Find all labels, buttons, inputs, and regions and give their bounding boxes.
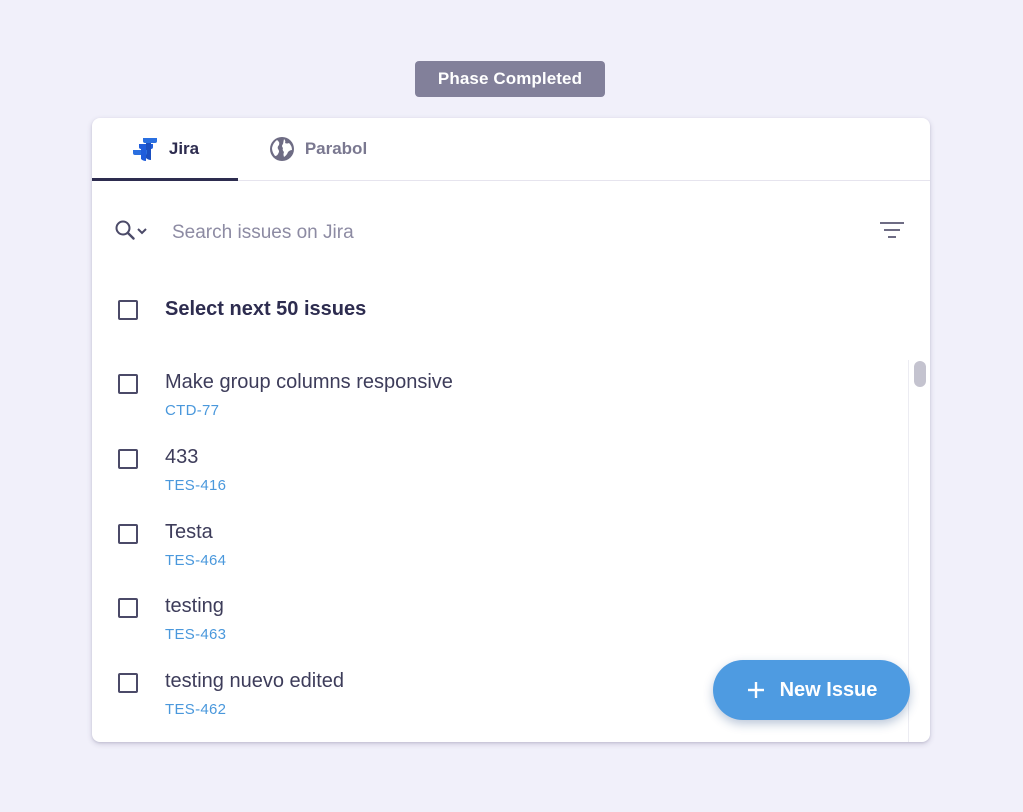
issue-key[interactable]: TES-464 [165,552,226,569]
issue-checkbox[interactable] [118,598,138,618]
search-input[interactable] [170,216,774,250]
new-issue-button[interactable]: New Issue [713,660,910,720]
jira-icon [131,136,159,162]
filter-button[interactable] [876,220,908,244]
new-issue-label: New Issue [779,678,878,701]
tab-bar: Jira Parabol [92,118,930,181]
issue-title: testing nuevo edited [165,670,345,692]
chevron-down-icon [136,223,148,241]
tab-parabol[interactable]: Parabol [238,118,398,180]
issue-key[interactable]: TES-462 [165,701,226,718]
select-all-checkbox[interactable] [118,300,138,320]
issue-key[interactable]: CTD-77 [165,402,219,419]
issue-key[interactable]: TES-463 [165,626,226,643]
issue-checkbox[interactable] [118,524,138,544]
scrollbar-track[interactable] [908,360,930,742]
issue-title: testing [165,595,224,617]
list-item[interactable]: Make group columns responsive CTD-77 [92,360,908,420]
issue-checkbox[interactable] [118,449,138,469]
phase-status-badge: Phase Completed [415,61,605,97]
search-row [92,208,930,256]
issue-title: Testa [165,521,213,543]
stage: Phase Completed Jira Parabol Search issu… [0,0,1023,812]
issue-checkbox[interactable] [118,374,138,394]
issue-checkbox[interactable] [118,673,138,693]
globe-icon [269,136,295,162]
active-tab-indicator [92,178,238,181]
issue-picker-card: Jira Parabol Search issues on Jira Selec… [92,118,930,742]
filter-icon [879,220,905,245]
scrollbar-thumb[interactable] [914,361,926,387]
list-item[interactable]: 433 TES-416 [92,435,908,495]
select-all-label: Select next 50 issues [165,298,367,320]
issue-title: 433 [165,446,199,468]
search-menu-button[interactable] [114,218,154,246]
list-item[interactable]: Testa TES-464 [92,510,908,570]
issue-title: Make group columns responsive [165,371,453,393]
select-all-row[interactable]: Select next 50 issues [92,290,930,330]
issue-key[interactable]: TES-416 [165,477,226,494]
list-item[interactable]: testing TES-463 [92,584,908,644]
search-icon [114,219,136,246]
tab-jira-label: Jira [168,139,200,158]
tab-parabol-label: Parabol [304,139,368,158]
plus-icon [746,680,766,700]
tab-jira[interactable]: Jira [92,118,238,180]
